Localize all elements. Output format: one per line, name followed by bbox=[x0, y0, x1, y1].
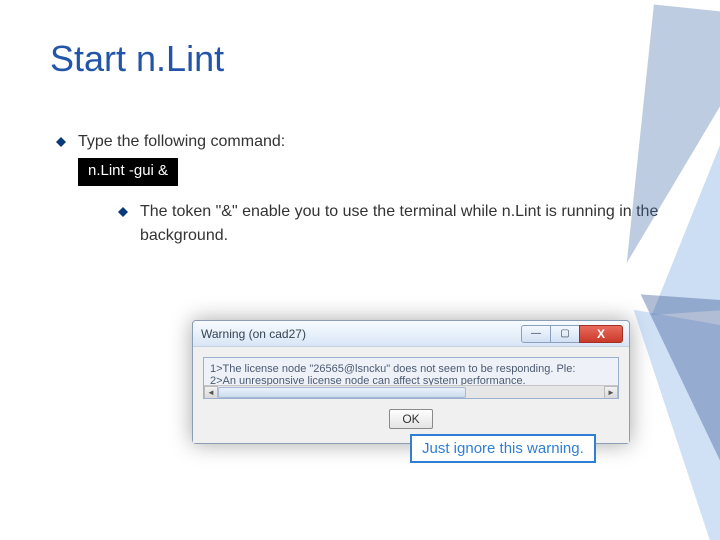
sub-bullet-text: The token "&" enable you to use the term… bbox=[140, 200, 670, 248]
maximize-button[interactable]: ▢ bbox=[550, 325, 580, 343]
minimize-button[interactable]: — bbox=[521, 325, 551, 343]
scroll-right-icon[interactable]: ► bbox=[604, 386, 618, 398]
bullet-main-text: Type the following command: bbox=[78, 133, 285, 150]
window-buttons: — ▢ X bbox=[522, 325, 623, 343]
sub-bullet-item: The token "&" enable you to use the term… bbox=[118, 200, 670, 248]
dialog-message-box: 1>The license node "26565@lsncku" does n… bbox=[203, 357, 619, 399]
dialog-title: Warning (on cad27) bbox=[201, 327, 522, 341]
warning-dialog: Warning (on cad27) — ▢ X 1>The license n… bbox=[192, 320, 630, 444]
horizontal-scrollbar[interactable]: ◄ ► bbox=[204, 385, 618, 398]
diamond-bullet-icon bbox=[118, 202, 128, 212]
close-button[interactable]: X bbox=[579, 325, 623, 343]
callout-box: Just ignore this warning. bbox=[410, 434, 596, 463]
slide-title: Start n.Lint bbox=[50, 38, 670, 80]
dialog-button-row: OK bbox=[203, 409, 619, 435]
bullet-list: Type the following command: n.Lint -gui … bbox=[56, 130, 670, 248]
bullet-item: Type the following command: n.Lint -gui … bbox=[56, 130, 670, 186]
dialog-body: 1>The license node "26565@lsncku" does n… bbox=[193, 347, 629, 443]
dialog-titlebar: Warning (on cad27) — ▢ X bbox=[193, 321, 629, 347]
scroll-left-icon[interactable]: ◄ bbox=[204, 386, 218, 398]
scrollbar-thumb[interactable] bbox=[218, 387, 466, 398]
bullet-text-block: Type the following command: n.Lint -gui … bbox=[78, 130, 670, 186]
diamond-bullet-icon bbox=[56, 132, 66, 142]
dialog-line-1: 1>The license node "26565@lsncku" does n… bbox=[210, 363, 614, 375]
command-line: n.Lint -gui & bbox=[78, 158, 178, 186]
ok-button[interactable]: OK bbox=[389, 409, 432, 429]
